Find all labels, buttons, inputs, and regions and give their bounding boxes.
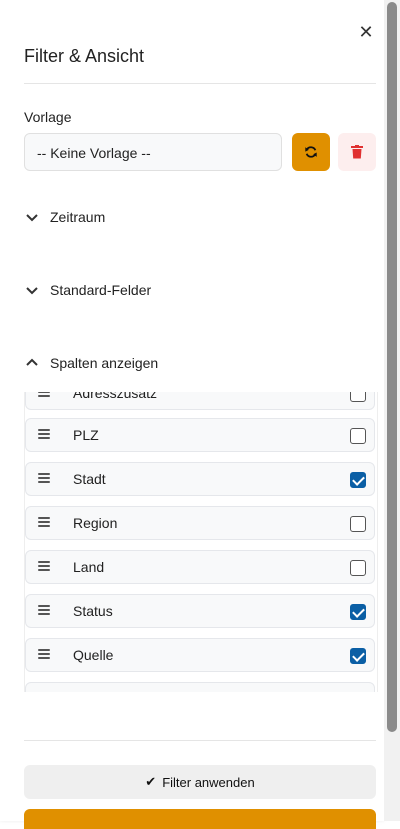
divider (24, 83, 376, 84)
scrollbar-thumb[interactable] (387, 2, 397, 732)
apply-filter-label: Filter anwenden (162, 774, 255, 790)
column-label: Adresszusatz (73, 392, 158, 401)
column-checkbox[interactable] (350, 560, 366, 576)
column-row[interactable]: Adresszusatz (25, 392, 375, 410)
trash-icon (351, 145, 363, 159)
column-row[interactable]: Land (25, 550, 375, 584)
refresh-template-button[interactable] (292, 133, 330, 171)
drag-handle-icon[interactable] (38, 392, 50, 399)
accordion-zeitraum[interactable]: Zeitraum (24, 209, 105, 225)
column-row[interactable] (25, 682, 375, 692)
filter-panel: ✕ Filter & Ansicht Vorlage -- Keine Vorl… (0, 0, 384, 829)
drag-handle-icon[interactable] (38, 429, 50, 441)
check-icon: ✔ (145, 774, 157, 789)
drag-handle-icon[interactable] (38, 649, 50, 661)
accordion-standard-felder[interactable]: Standard-Felder (24, 282, 151, 298)
delete-template-button[interactable] (338, 133, 376, 171)
refresh-icon (305, 146, 317, 158)
panel-title: Filter & Ansicht (24, 46, 145, 66)
column-label: Stadt (73, 471, 106, 487)
apply-filter-button[interactable]: ✔ Filter anwenden (24, 765, 376, 799)
column-checkbox[interactable] (350, 648, 366, 664)
column-label: Status (73, 603, 113, 619)
drag-handle-icon[interactable] (38, 517, 50, 529)
template-select[interactable]: -- Keine Vorlage -- (24, 133, 282, 171)
chevron-down-icon (26, 214, 38, 222)
column-label: Region (73, 515, 118, 531)
accordion-label: Spalten anzeigen (50, 355, 159, 371)
drag-handle-icon[interactable] (38, 605, 50, 617)
column-checkbox[interactable] (350, 516, 366, 532)
column-checkbox[interactable] (350, 604, 366, 620)
secondary-action-button[interactable] (24, 809, 376, 829)
columns-list[interactable]: Adresszusatz PLZ Stadt Region Land Statu… (24, 392, 378, 692)
column-label: Land (73, 559, 105, 575)
column-row[interactable]: Region (25, 506, 375, 540)
divider (24, 740, 376, 741)
column-row[interactable]: PLZ (25, 418, 375, 452)
drag-handle-icon[interactable] (38, 561, 50, 573)
accordion-label: Zeitraum (50, 209, 106, 225)
column-row[interactable]: Stadt (25, 462, 375, 496)
accordion-spalten-anzeigen[interactable]: Spalten anzeigen (24, 355, 158, 371)
chevron-down-icon (26, 287, 38, 295)
close-icon[interactable]: ✕ (356, 22, 376, 42)
column-label: Quelle (73, 647, 114, 663)
column-label: PLZ (73, 427, 99, 443)
column-checkbox[interactable] (350, 472, 366, 488)
column-row[interactable]: Quelle (25, 638, 375, 672)
accordion-label: Standard-Felder (50, 282, 152, 298)
column-row[interactable]: Status (25, 594, 375, 628)
column-checkbox[interactable] (350, 392, 366, 402)
drag-handle-icon[interactable] (38, 473, 50, 485)
scrollbar[interactable] (384, 0, 400, 821)
chevron-up-icon (26, 358, 38, 366)
template-label: Vorlage (24, 109, 72, 125)
column-checkbox[interactable] (350, 428, 366, 444)
